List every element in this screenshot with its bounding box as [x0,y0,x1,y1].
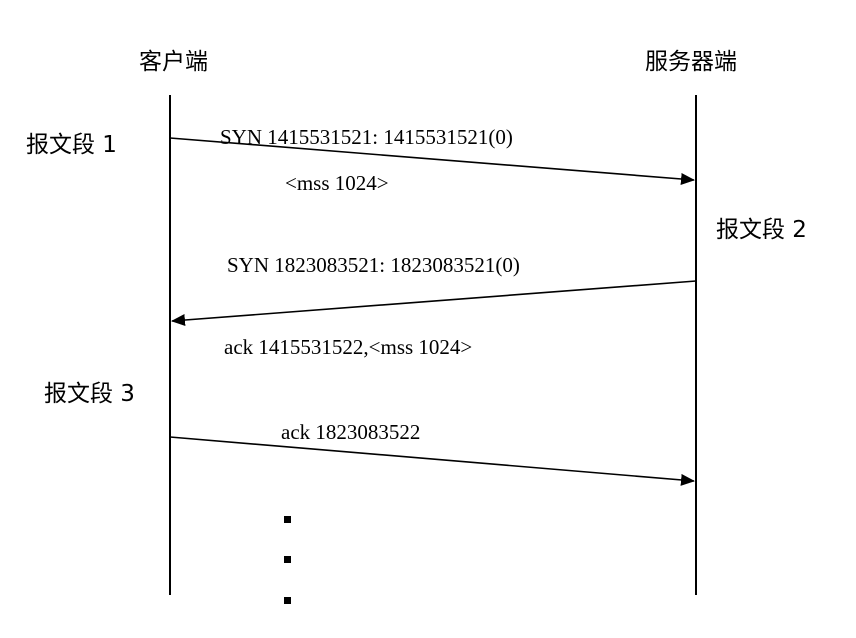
segment-2-syn-text: SYN 1823083521: 1823083521(0) [227,253,520,277]
continuation-dot [284,556,291,563]
segment-2-arrow [171,280,697,326]
sequence-lines [169,95,697,604]
segment-1-syn-text: SYN 1415531521: 1415531521(0) [220,125,513,149]
segment-3-ack-text: ack 1823083522 [281,420,421,444]
continuation-dot [284,597,291,604]
segment-3-arrow [169,436,695,486]
tcp-handshake-diagram: 客户端 服务器端 报文段 1 SYN 1415531521: 141553152… [0,0,856,638]
segment-2-label: 报文段 2 [716,217,807,243]
client-lifeline-label: 客户端 [139,49,208,75]
segment-2-ack-text: ack 1415531522,<mss 1024> [224,335,473,359]
segment-1-mss-text: <mss 1024> [285,171,389,195]
segment-1-label: 报文段 1 [26,132,117,158]
server-lifeline-label: 服务器端 [645,49,737,75]
continuation-dots [284,516,291,604]
segment-3-label: 报文段 3 [44,381,135,407]
continuation-dot [284,516,291,523]
